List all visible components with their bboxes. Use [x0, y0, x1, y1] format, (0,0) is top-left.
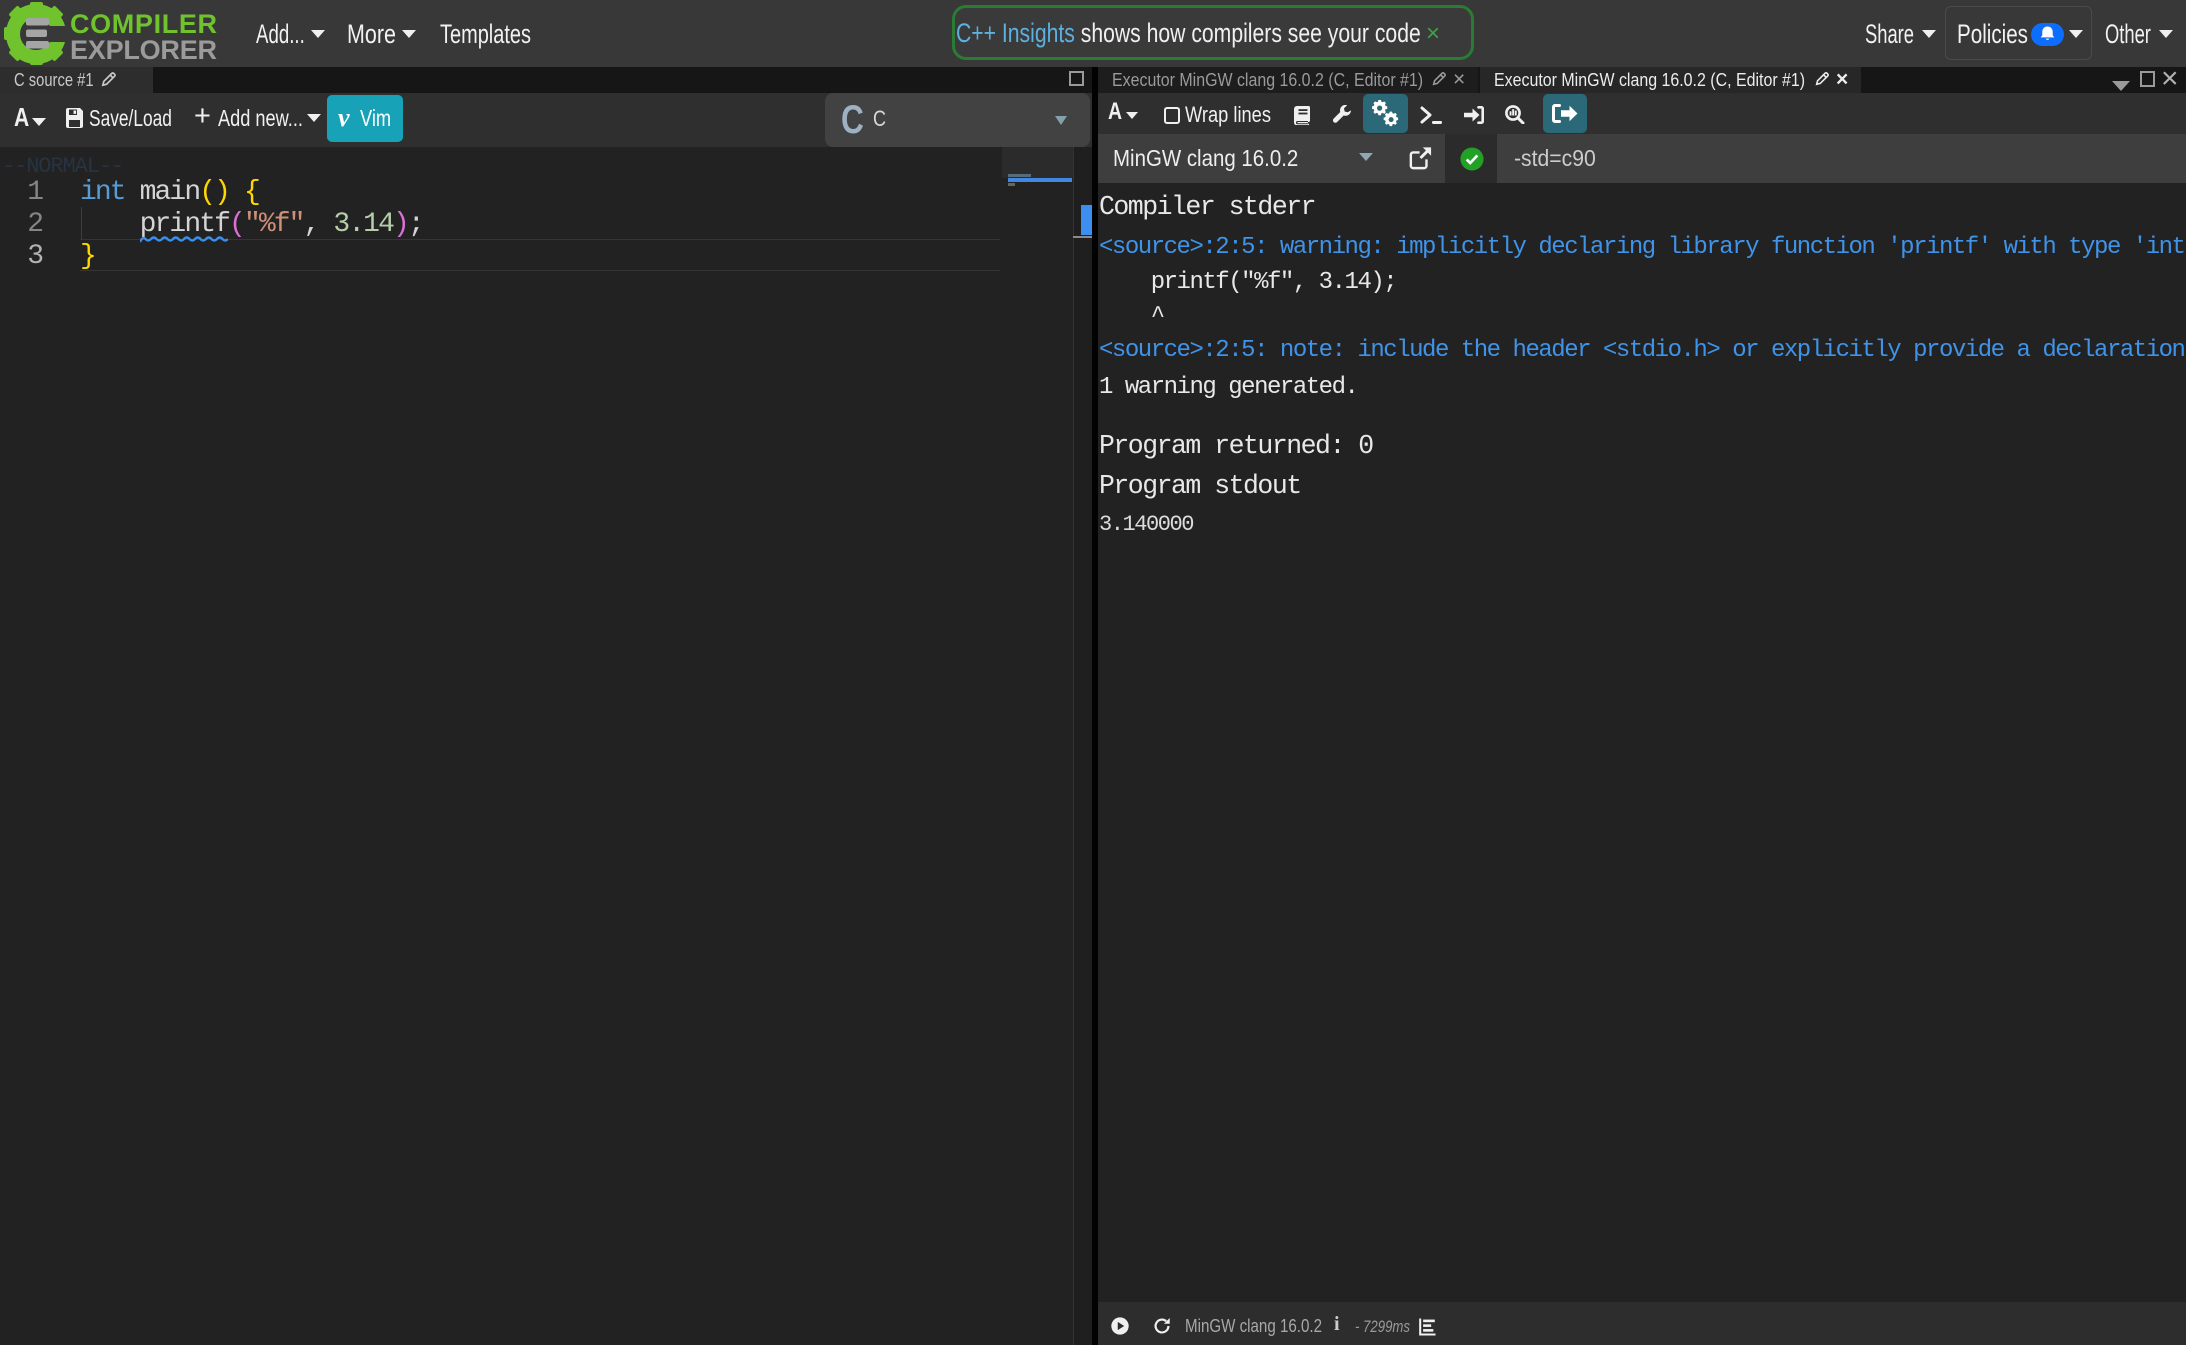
svg-text:EXPLORER: EXPLORER [70, 35, 217, 65]
